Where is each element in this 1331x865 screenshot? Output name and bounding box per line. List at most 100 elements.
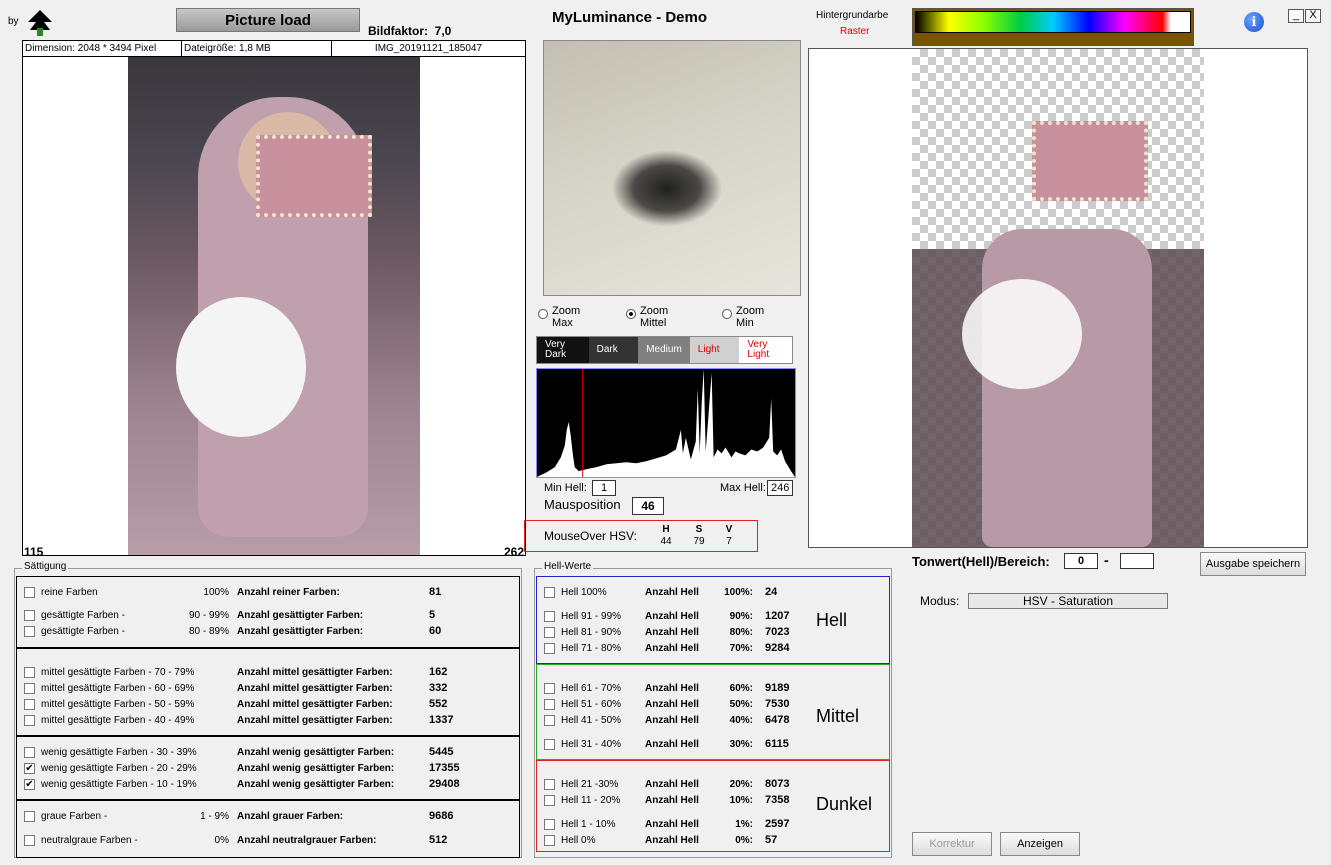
dunkel-group-label: Dunkel: [816, 794, 873, 814]
saettigung-count-label: Anzahl gesättigter Farben:: [237, 625, 364, 637]
lum-very-light[interactable]: Very Light: [739, 337, 792, 363]
hell-count-label: Anzahl Hell: [645, 834, 699, 846]
tonwert-to[interactable]: [1120, 553, 1154, 569]
hell-count-pct: 10%:: [729, 794, 753, 806]
hell-count-label: Anzahl Hell: [645, 818, 699, 830]
checkbox[interactable]: [544, 818, 555, 830]
minimize-button[interactable]: _: [1288, 9, 1304, 23]
hell-count-pct: 60%:: [729, 682, 753, 694]
hell-count-label: Anzahl Hell: [645, 586, 699, 598]
anzeigen-button[interactable]: Anzeigen: [1000, 832, 1080, 856]
saettigung-range-pct: 100%: [203, 586, 229, 598]
checkbox[interactable]: [544, 626, 555, 638]
tonwert-separator: -: [1104, 552, 1109, 568]
hell-count-label: Anzahl Hell: [645, 682, 699, 694]
saettigung-count-value: 332: [429, 682, 448, 694]
tonwert-from[interactable]: 0: [1064, 553, 1098, 569]
saettigung-range-label: gesättigte Farben -: [41, 609, 125, 621]
saettigung-range-label: mittel gesättigte Farben - 60 - 69%: [41, 682, 195, 694]
hellwerte-row: Hell 100% Anzahl Hell 100%: 24: [544, 585, 777, 599]
saettigung-row: neutralgraue Farben - 0% Anzahl neutralgra…: [24, 833, 514, 847]
hell-range-label: Hell 81 - 90%: [561, 626, 622, 638]
korrektur-button[interactable]: Korrektur: [912, 832, 992, 856]
hell-count-pct: 90%:: [729, 610, 753, 622]
checkbox[interactable]: [544, 714, 555, 726]
checkbox[interactable]: [24, 666, 35, 678]
saettigung-count-value: 5445: [429, 746, 454, 758]
hell-range-label: Hell 100%: [561, 586, 607, 598]
checkbox[interactable]: [24, 714, 35, 726]
modus-value: HSV - Saturation: [968, 593, 1168, 609]
max-hell-label: Max Hell:: [720, 482, 766, 494]
output-photo[interactable]: [912, 49, 1204, 547]
checkbox[interactable]: [544, 778, 555, 790]
checkbox[interactable]: [544, 834, 555, 846]
checkbox[interactable]: [544, 586, 555, 598]
saettigung-range-label: reine Farben: [41, 586, 98, 598]
modus-label: Modus:: [920, 594, 960, 608]
hell-count-pct: 80%:: [729, 626, 753, 638]
mouseover-hsv-box: MouseOver HSV: H 44 S 79 V7: [524, 520, 758, 552]
tonwert-label: Tonwert(Hell)/Bereich:: [912, 554, 1050, 569]
saettigung-row: gesättigte Farben - 90 - 99% Anzahl gesätt…: [24, 608, 514, 622]
saettigung-range-pct: 90 - 99%: [188, 609, 229, 621]
hellwerte-row: Hell 91 - 99% Anzahl Hell 90%: 1207: [544, 609, 789, 623]
saettigung-legend: Sättigung: [22, 561, 69, 572]
hell-count-value: 8073: [765, 778, 790, 790]
image-filename: IMG_20191121_185047: [331, 41, 525, 56]
checkbox[interactable]: [24, 682, 35, 694]
hell-range-label: Hell 91 - 99%: [561, 610, 622, 622]
checkbox[interactable]: ✔: [24, 762, 35, 774]
checkbox[interactable]: [544, 642, 555, 654]
lum-very-dark[interactable]: Very Dark: [537, 337, 589, 363]
saettigung-row: ✔ wenig gesättigte Farben - 20 - 29% Anzah…: [24, 761, 514, 775]
background-color-value: Raster: [840, 26, 870, 37]
checkbox[interactable]: [544, 610, 555, 622]
mausposition-label: Mausposition: [544, 497, 621, 512]
zoom-min-radio[interactable]: Zoom Min: [722, 305, 764, 329]
hell-count-value: 9189: [765, 682, 790, 694]
luminance-histogram[interactable]: [536, 368, 796, 478]
checkbox[interactable]: [544, 682, 555, 694]
checkbox[interactable]: [24, 746, 35, 758]
checkbox[interactable]: [24, 625, 35, 637]
close-button[interactable]: X: [1305, 9, 1321, 23]
checkbox[interactable]: [544, 794, 555, 806]
checkbox[interactable]: [544, 738, 555, 750]
hell-count-label: Anzahl Hell: [645, 794, 699, 806]
ausgabe-speichern-button[interactable]: Ausgabe speichern: [1200, 552, 1306, 576]
lum-light[interactable]: Light: [689, 337, 740, 363]
checkbox[interactable]: [24, 586, 35, 598]
hell-count-label: Anzahl Hell: [645, 738, 699, 750]
zoom-mittel-radio[interactable]: Zoom Mittel: [626, 305, 668, 329]
hell-count-pct: 0%:: [735, 834, 753, 846]
saettigung-row: mittel gesättigte Farben - 40 - 49% Anzah…: [24, 713, 514, 727]
radio-icon: [722, 309, 732, 319]
zoom-max-radio[interactable]: Zoom Max: [538, 305, 580, 329]
hell-count-label: Anzahl Hell: [645, 642, 699, 654]
hell-count-value: 24: [765, 586, 778, 598]
hellwerte-row: Hell 31 - 40% Anzahl Hell 30%: 6115: [544, 737, 789, 751]
source-photo[interactable]: [128, 57, 420, 555]
zoom-preview: [543, 40, 801, 296]
saettigung-row: ✔ wenig gesättigte Farben - 10 - 19% Anzah…: [24, 777, 514, 791]
checkbox[interactable]: [24, 609, 35, 621]
picture-load-button[interactable]: Picture load: [176, 8, 360, 32]
saettigung-count-value: 512: [429, 834, 448, 846]
info-icon[interactable]: i: [1244, 12, 1264, 32]
saettigung-range-label: wenig gesättigte Farben - 10 - 19%: [41, 778, 197, 790]
hell-range-label: Hell 0%: [561, 834, 596, 846]
checkbox[interactable]: [24, 698, 35, 710]
saettigung-count-value: 1337: [429, 714, 454, 726]
lum-medium[interactable]: Medium: [638, 337, 690, 363]
lum-dark[interactable]: Dark: [588, 337, 639, 363]
checkbox[interactable]: ✔: [24, 778, 35, 790]
saettigung-count-label: Anzahl grauer Farben:: [237, 810, 344, 822]
color-spectrum-picker[interactable]: [912, 8, 1194, 46]
max-hell-value: 246: [767, 480, 793, 496]
saettigung-count-label: Anzahl mittel gesättigter Farben:: [237, 698, 393, 710]
min-hell-value: 1: [592, 480, 616, 496]
checkbox[interactable]: [24, 834, 35, 846]
checkbox[interactable]: [544, 698, 555, 710]
checkbox[interactable]: [24, 810, 35, 822]
